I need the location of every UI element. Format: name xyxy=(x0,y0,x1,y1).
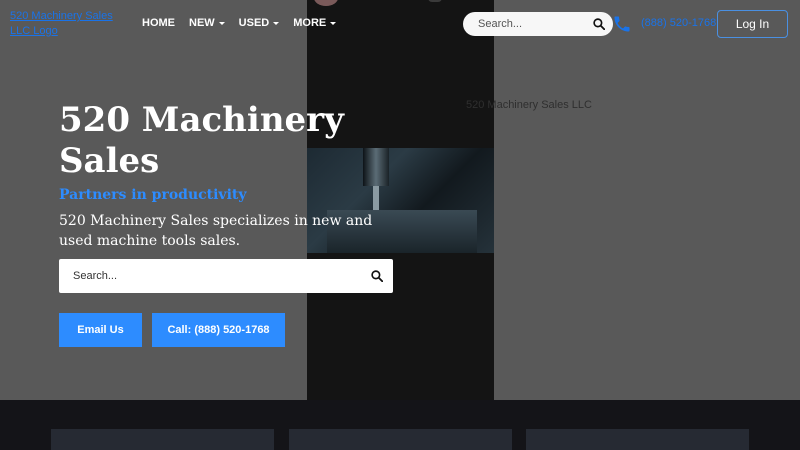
main-nav: HOME NEW USED MORE xyxy=(142,17,337,29)
featured-card[interactable] xyxy=(51,429,274,450)
nav-label: MORE xyxy=(293,17,327,29)
hero-description: 520 Machinery Sales specializes in new a… xyxy=(59,213,373,249)
hero-title: 520 Machinery Sales xyxy=(59,100,344,181)
hero-tagline: Partners in productivity xyxy=(59,187,247,203)
header-search xyxy=(463,12,613,36)
search-icon[interactable] xyxy=(593,18,605,30)
nav-item-new[interactable]: NEW xyxy=(189,17,225,29)
featured-card[interactable] xyxy=(289,429,512,450)
hero-image-alt-text: 520 Machinery Sales LLC xyxy=(466,99,592,111)
caret-down-icon xyxy=(330,21,337,25)
nav-label: USED xyxy=(238,17,270,29)
nav-label: HOME xyxy=(142,17,175,29)
search-icon[interactable] xyxy=(371,270,383,282)
email-us-button[interactable]: Email Us xyxy=(59,313,142,347)
machine-tool xyxy=(373,186,379,212)
phone-icon[interactable] xyxy=(612,14,632,34)
nav-item-more[interactable]: MORE xyxy=(293,17,337,29)
login-button[interactable]: Log In xyxy=(717,10,788,38)
nav-item-used[interactable]: USED xyxy=(239,17,280,29)
caret-down-icon xyxy=(218,21,225,25)
logo-link[interactable]: 520 Machinery Sales LLC Logo xyxy=(10,9,120,39)
header-phone-link[interactable]: (888) 520-1768 xyxy=(641,17,716,29)
nav-label: NEW xyxy=(189,17,215,29)
header-search-input[interactable] xyxy=(478,18,593,30)
caret-down-icon xyxy=(273,21,280,25)
call-button[interactable]: Call: (888) 520-1768 xyxy=(152,313,285,347)
hero-search-input[interactable] xyxy=(73,270,371,282)
featured-card[interactable] xyxy=(526,429,749,450)
nav-item-home[interactable]: HOME xyxy=(142,17,175,29)
hero-search xyxy=(59,259,393,293)
